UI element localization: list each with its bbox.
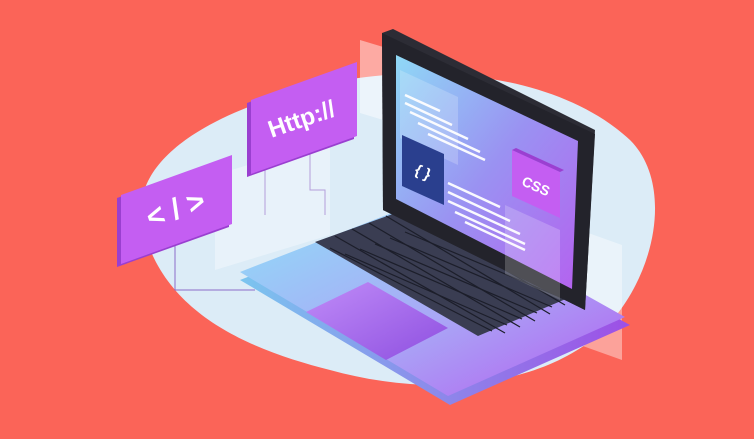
illustration-scene: { } CSS Http:// < / > <box>0 0 754 439</box>
laptop-web-illustration: { } CSS Http:// < / > <box>117 29 656 405</box>
